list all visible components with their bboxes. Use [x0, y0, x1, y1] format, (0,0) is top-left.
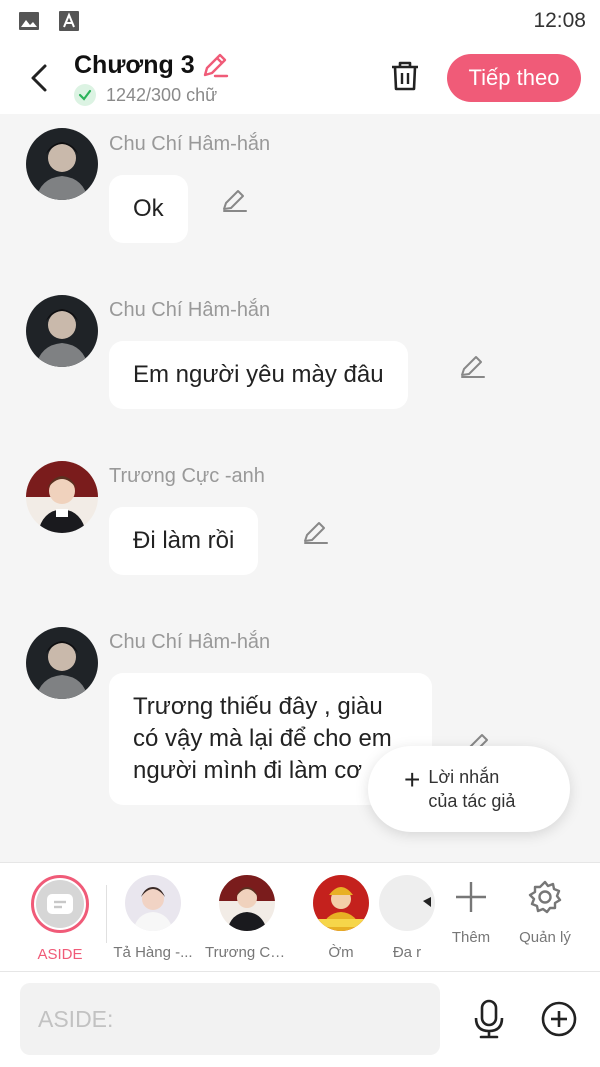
plus-icon: + [404, 764, 421, 795]
composer-bar [0, 972, 600, 1067]
message-bubble[interactable]: Em người yêu mày đâu [109, 341, 408, 409]
avatar [125, 875, 181, 931]
chapter-header: Chương 3 1242/300 chữ Tiếp theo [0, 42, 600, 114]
back-arrow-icon [31, 64, 47, 92]
avatar[interactable] [26, 128, 98, 200]
chapter-title: Chương 3 [74, 50, 195, 79]
character-bar: ASIDE Tả Hàng -... Trương Cự... Ờm Đa r … [0, 862, 600, 972]
character-item[interactable]: Tả Hàng -... [112, 875, 194, 961]
edit-message-button[interactable] [220, 186, 250, 216]
edit-message-button[interactable] [458, 352, 488, 382]
pencil-icon [223, 190, 247, 212]
aside-icon [47, 894, 73, 914]
word-count: 1242/300 chữ [106, 84, 218, 105]
author-note-button[interactable]: + Lời nhắn của tác giả [368, 746, 570, 832]
character-label: Trương Cự... [205, 944, 289, 961]
character-label: Đa r [392, 944, 422, 961]
pencil-icon [461, 356, 485, 378]
edit-title-button[interactable] [201, 50, 231, 80]
avatar[interactable] [26, 627, 98, 699]
character-label: Tả Hàng -... [113, 944, 193, 961]
character-item[interactable]: Trương Cự... [205, 875, 289, 961]
avatar[interactable] [26, 461, 98, 533]
add-label: Thêm [451, 929, 491, 946]
voice-button[interactable] [468, 998, 510, 1040]
add-button[interactable] [538, 998, 580, 1040]
plus-circle-icon [541, 1001, 577, 1037]
message-bubble[interactable]: Ok [109, 175, 188, 243]
add-character-button[interactable]: Thêm [436, 879, 506, 946]
sender-name: Chu Chí Hâm-hắn [109, 631, 271, 653]
status-time: 12:08 [533, 9, 586, 32]
check-icon [74, 84, 96, 106]
next-button[interactable]: Tiếp theo [447, 54, 581, 102]
delete-button[interactable] [385, 56, 425, 96]
pencil-icon [304, 522, 328, 544]
sender-name: Chu Chí Hâm-hắn [109, 133, 271, 155]
message-input[interactable] [20, 983, 440, 1055]
pencil-icon [203, 53, 228, 78]
character-aside[interactable]: ASIDE [19, 875, 101, 963]
sender-name: Chu Chí Hâm-hắn [109, 299, 271, 321]
message-bubble[interactable]: Đi làm rồi [109, 507, 259, 575]
manage-label: Quản lý [519, 929, 571, 946]
character-label: ASIDE [37, 946, 83, 963]
microphone-icon [474, 999, 504, 1039]
font-icon [58, 10, 80, 32]
back-button[interactable] [14, 53, 64, 103]
trash-icon [392, 61, 418, 91]
divider [106, 885, 107, 943]
character-label: Ờm [328, 944, 354, 961]
edit-message-button[interactable] [301, 518, 331, 548]
title-block: Chương 3 1242/300 chữ [74, 50, 231, 106]
avatar [313, 875, 369, 931]
author-note-label: Lời nhắn của tác giả [428, 767, 516, 811]
status-bar: 12:08 [0, 0, 600, 42]
plus-icon [456, 882, 486, 912]
avatar [219, 875, 275, 931]
avatar [379, 875, 435, 931]
manage-button[interactable]: Quản lý [510, 879, 580, 946]
sender-name: Trương Cực -anh [109, 465, 265, 487]
gear-icon [528, 880, 562, 914]
avatar[interactable] [26, 295, 98, 367]
image-icon [18, 10, 40, 32]
